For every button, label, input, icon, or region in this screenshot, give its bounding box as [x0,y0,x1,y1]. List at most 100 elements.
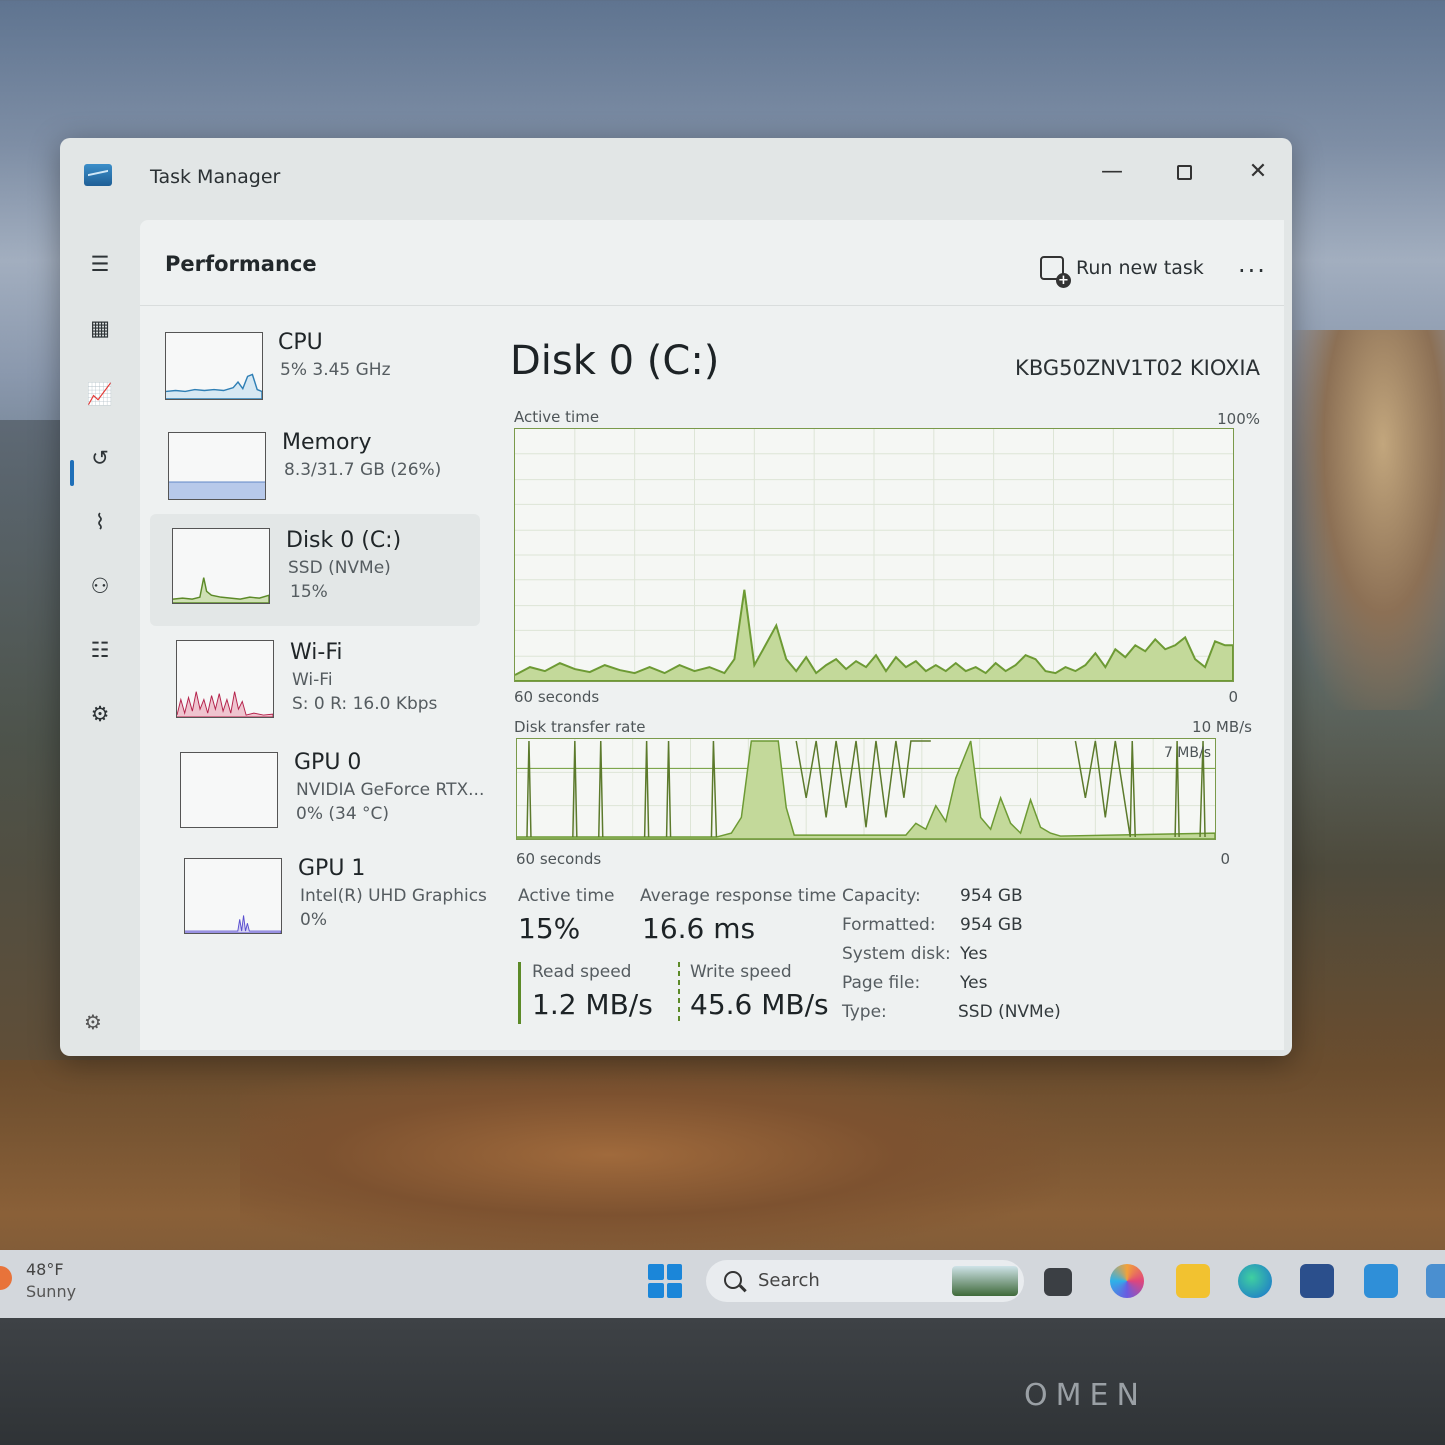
close-button[interactable]: ✕ [1238,156,1278,188]
resource-detail: Wi-Fi [292,670,333,690]
store-icon[interactable] [1300,1264,1334,1298]
maximize-icon [1176,164,1192,180]
search-placeholder: Search [758,1270,820,1291]
avg-response-stat-value: 16.6 ms [642,912,756,945]
details-icon[interactable]: ☷ [78,630,122,670]
laptop-bezel [0,1318,1445,1445]
file-explorer-icon[interactable] [1176,1264,1210,1298]
write-speed-value: 45.6 MB/s [690,988,829,1021]
task-manager-window: Task Manager — ✕ ☰ ▦ 📈 ↺ ⌇ ⚇ ☷ ⚙ ⚙ Perfo… [60,138,1292,1056]
run-task-icon [1040,256,1071,288]
active-time-window-label: 60 seconds [514,688,600,706]
resource-usage: 15% [290,582,328,602]
start-button[interactable] [648,1264,682,1298]
device-brand-logo: OMEN [1024,1378,1147,1413]
resource-item-memory[interactable]: Memory 8.3/31.7 GB (26%) [150,420,480,514]
resource-item-gpu0[interactable]: GPU 0 NVIDIA GeForce RTX... 0% (34 °C) [150,738,484,842]
wallpaper-building [1290,330,1445,710]
taskbar-search[interactable]: Search [706,1260,1024,1302]
task-manager-taskbar-icon[interactable] [1364,1264,1398,1298]
resource-name: Memory [282,430,372,455]
resource-name: Wi-Fi [290,640,343,665]
wifi-thumbnail-graph [176,640,274,718]
resource-usage: 0% (34 °C) [296,804,390,824]
task-view-icon[interactable] [1044,1268,1072,1296]
resource-usage: 0% [300,910,327,930]
search-highlight-icon [952,1266,1018,1296]
resource-name: GPU 0 [294,750,362,775]
more-options-button[interactable]: ... [1238,250,1267,278]
title-bar[interactable]: Task Manager — ✕ [60,138,1292,220]
resource-name: CPU [278,330,323,355]
nav-active-indicator [70,460,74,486]
disk-thumbnail-graph [172,528,270,604]
memory-thumbnail-graph [168,432,266,500]
transfer-rate-max-label: 10 MB/s [1192,718,1252,736]
read-speed-indicator [518,962,521,1024]
processes-icon[interactable]: ▦ [78,308,122,348]
services-icon[interactable]: ⚙ [78,694,122,734]
search-icon [724,1271,742,1289]
resource-list: CPU 5% 3.45 GHz Memory 8.3/31.7 GB (26%)… [150,320,487,1040]
active-time-min-label: 0 [1228,688,1238,706]
formatted-label: Formatted: [842,915,936,935]
write-speed-label: Write speed [690,962,792,982]
window-title: Task Manager [150,166,281,188]
transfer-rate-window-label: 60 seconds [516,850,602,868]
system-disk-value: Yes [960,944,988,964]
settings-icon[interactable]: ⚙ [84,1010,102,1034]
page-file-label: Page file: [842,973,921,993]
resource-detail: 8.3/31.7 GB (26%) [284,460,442,480]
resource-item-wifi[interactable]: Wi-Fi Wi-Fi S: 0 R: 16.0 Kbps [150,626,480,736]
formatted-value: 954 GB [960,915,1023,935]
weather-sun-icon[interactable] [0,1266,12,1290]
type-value: SSD (NVMe) [958,1002,1061,1022]
capacity-label: Capacity: [842,886,921,906]
active-time-max-label: 100% [1217,410,1260,428]
gpu1-thumbnail-graph [184,858,282,934]
resource-detail: Intel(R) UHD Graphics [300,886,487,906]
resource-item-disk[interactable]: Disk 0 (C:) SSD (NVMe) 15% [150,514,480,626]
app-history-icon[interactable]: ↺ [78,438,122,478]
page-file-value: Yes [960,973,988,993]
resource-detail: NVIDIA GeForce RTX... [296,780,485,800]
menu-icon[interactable]: ☰ [78,244,122,284]
transfer-rate-graph-label: Disk transfer rate [514,718,646,736]
read-speed-value: 1.2 MB/s [532,988,653,1021]
task-manager-app-icon [84,164,112,186]
gpu0-thumbnail-graph [180,752,278,828]
performance-page: Performance Run new task ... CPU 5% 3.45… [140,220,1284,1050]
disk-detail-panel: Disk 0 (C:) KBG50ZNV1T02 KIOXIA Active t… [510,320,1260,1040]
weather-temperature[interactable]: 48°F [26,1260,64,1279]
run-new-task-label: Run new task [1076,257,1204,279]
startup-apps-icon[interactable]: ⌇ [78,502,122,542]
pinned-app-icon[interactable] [1426,1264,1445,1298]
page-title: Performance [165,252,317,276]
minimize-button[interactable]: — [1092,156,1132,188]
edge-browser-icon[interactable] [1238,1264,1272,1298]
active-time-graph-label: Active time [514,408,600,426]
resource-detail: 5% 3.45 GHz [280,360,391,380]
transfer-rate-min-label: 0 [1220,850,1230,868]
resource-item-cpu[interactable]: CPU 5% 3.45 GHz [150,320,480,414]
active-time-stat-label: Active time [518,886,615,906]
resource-name: GPU 1 [298,856,366,881]
system-disk-label: System disk: [842,944,951,964]
disk-model: KBG50ZNV1T02 KIOXIA [1015,356,1260,380]
copilot-icon[interactable] [1110,1264,1144,1298]
run-new-task-button[interactable]: Run new task [1040,250,1204,288]
resource-detail: SSD (NVMe) [288,558,391,578]
page-header: Performance Run new task ... [140,220,1284,306]
write-speed-indicator [678,962,680,1024]
nav-rail: ☰ ▦ 📈 ↺ ⌇ ⚇ ☷ ⚙ ⚙ [60,220,140,1056]
resource-item-gpu1[interactable]: GPU 1 Intel(R) UHD Graphics 0% [150,844,487,948]
capacity-value: 954 GB [960,886,1023,906]
active-time-graph [514,428,1234,682]
taskbar: 48°F Sunny Search [0,1250,1445,1318]
performance-icon[interactable]: 📈 [78,374,122,414]
type-label: Type: [842,1002,887,1022]
maximize-button[interactable] [1164,156,1204,188]
active-time-stat-value: 15% [518,912,581,945]
weather-condition[interactable]: Sunny [26,1282,76,1301]
users-icon[interactable]: ⚇ [78,566,122,606]
